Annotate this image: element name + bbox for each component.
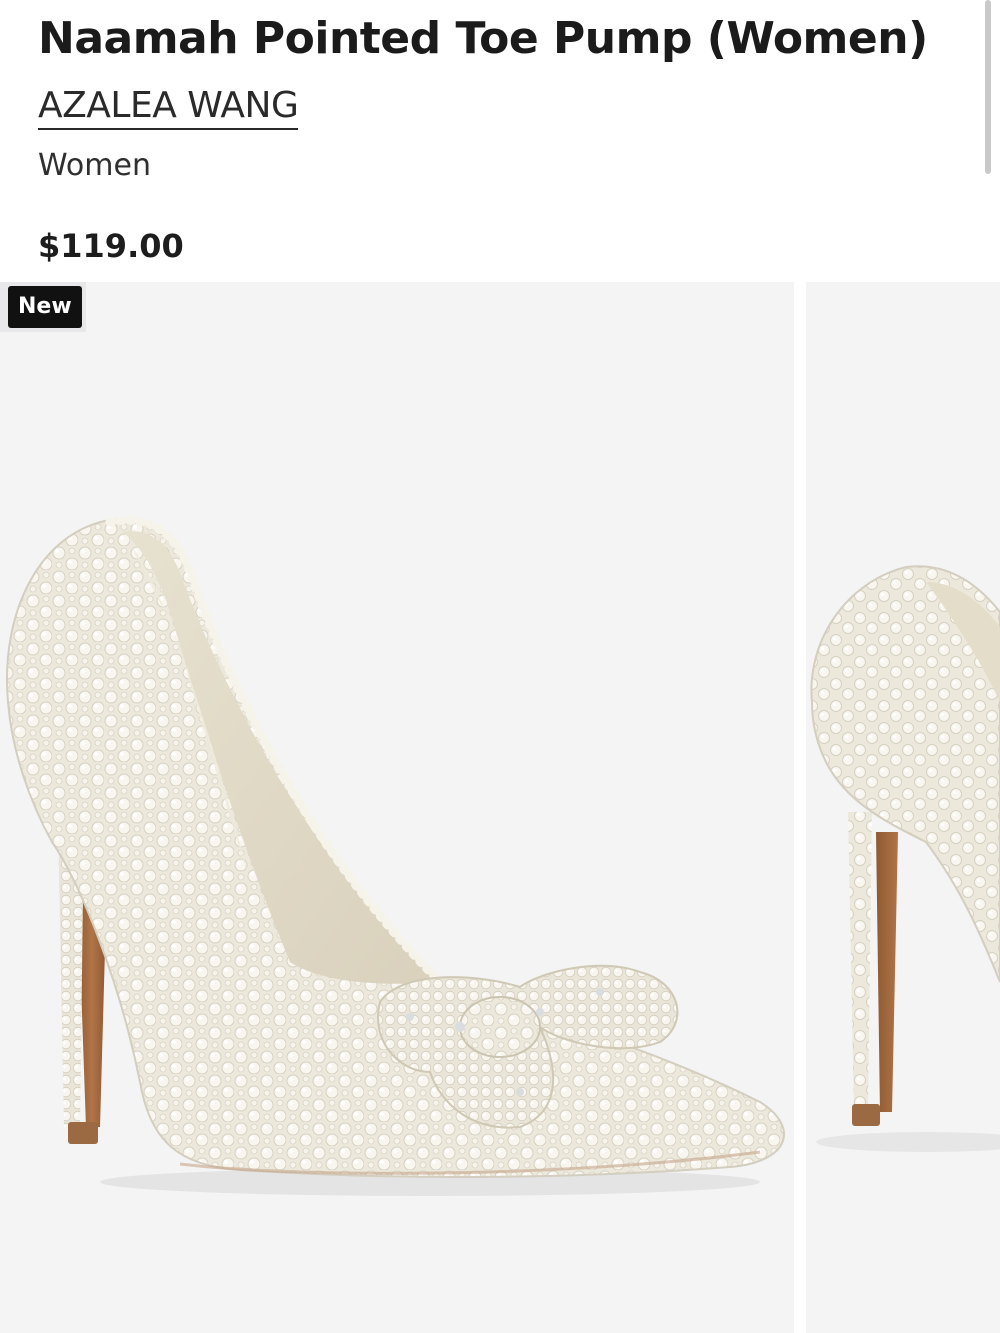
product-title: Naamah Pointed Toe Pump (Women) bbox=[38, 13, 928, 64]
product-image-2[interactable] bbox=[806, 282, 1000, 1333]
product-image-1[interactable]: New bbox=[0, 282, 794, 1333]
shoe-image bbox=[6, 515, 785, 1196]
product-price: $119.00 bbox=[38, 227, 184, 265]
shoe-image-partial bbox=[810, 565, 1000, 1152]
new-badge-label: New bbox=[8, 286, 82, 328]
scrollbar[interactable] bbox=[985, 0, 991, 174]
product-header: Naamah Pointed Toe Pump (Women) AZALEA W… bbox=[38, 10, 958, 184]
brand-link[interactable]: AZALEA WANG bbox=[38, 86, 299, 130]
product-image-gallery[interactable]: New bbox=[0, 282, 1000, 1333]
product-category: Women bbox=[38, 148, 151, 183]
new-badge: New bbox=[0, 282, 86, 332]
